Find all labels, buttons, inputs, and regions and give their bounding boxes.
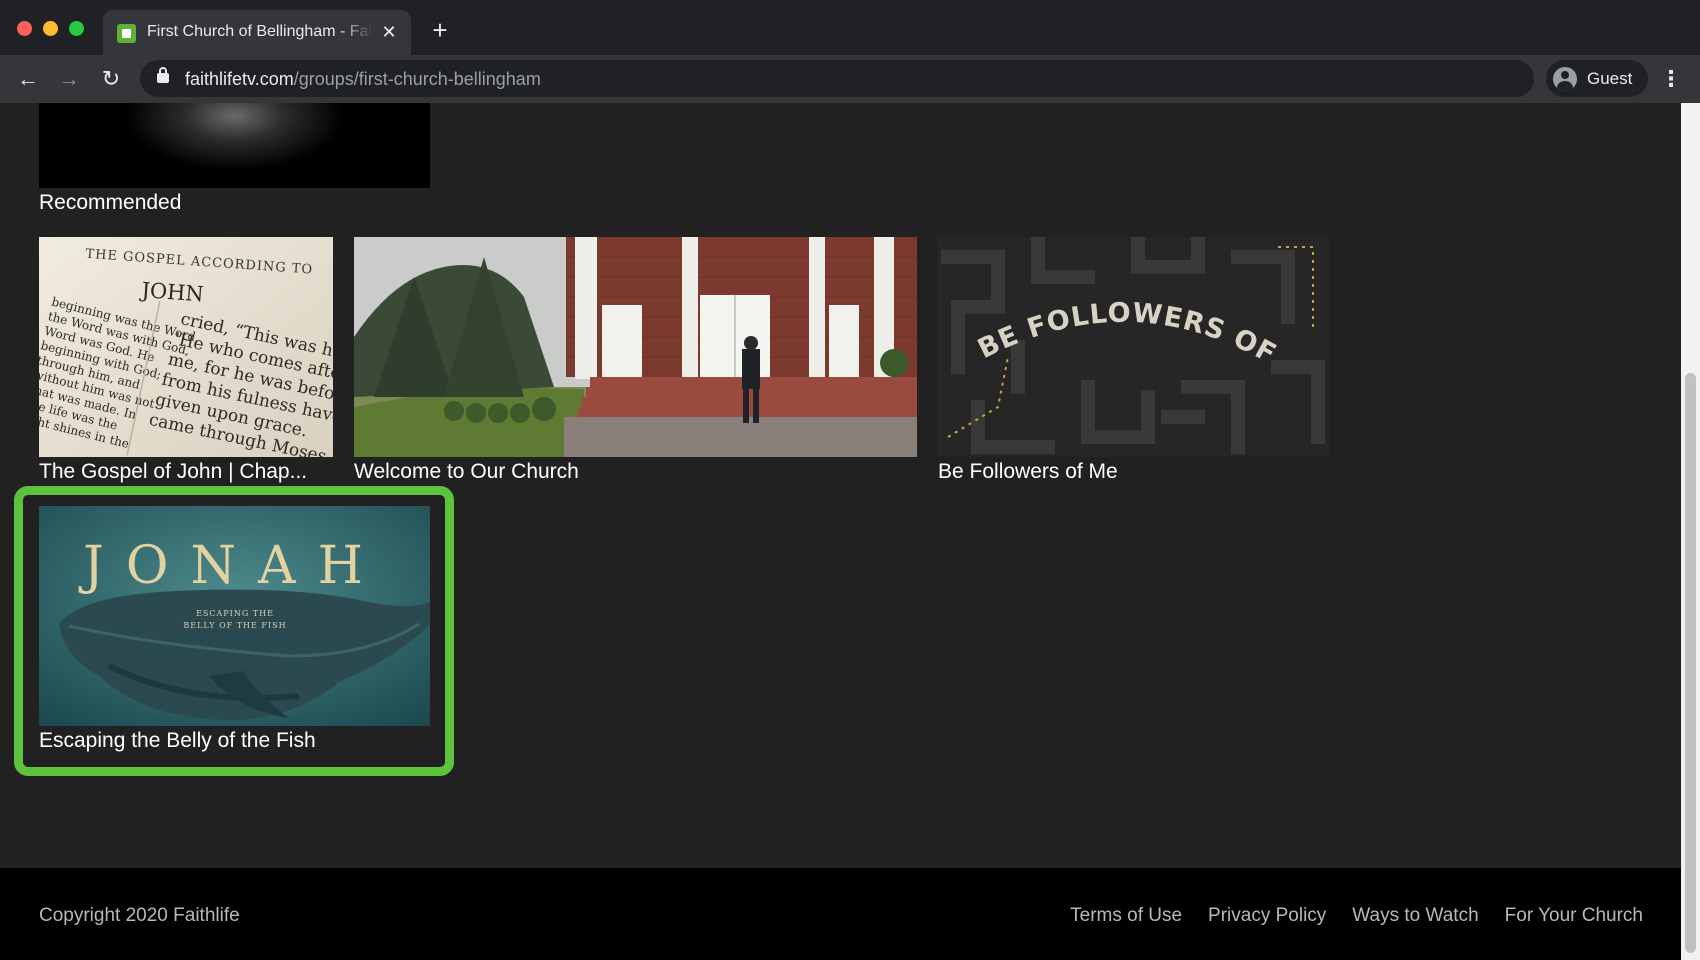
section-title: Recommended [39, 191, 182, 214]
welcome-to-our-church-thumbnail[interactable] [354, 237, 917, 457]
page-content: Recommended THE GOSPEL ACCORDING TO JOHN [0, 103, 1681, 960]
video-card-escaping-the-belly-of-the-fish[interactable]: JONAH ESCAPING THE BELLY OF THE FISH Esc… [39, 506, 430, 752]
page-scrollbar[interactable] [1681, 103, 1700, 960]
copyright-text: Copyright 2020 Faithlife [39, 905, 240, 926]
profile-button[interactable]: Guest [1546, 60, 1648, 97]
tab-strip: First Church of Bellingham - Faithlife T… [0, 0, 1700, 55]
video-title-be-followers-of-me[interactable]: Be Followers of Me [938, 460, 1118, 484]
close-window-button[interactable] [17, 21, 32, 36]
video-card-welcome-to-our-church[interactable]: Welcome to Our Church [354, 237, 917, 483]
bible-page-image: THE GOSPEL ACCORDING TO JOHN cried, “Thi… [39, 237, 333, 457]
footer-link-for-your-church[interactable]: For Your Church [1505, 905, 1643, 927]
profile-label: Guest [1587, 69, 1633, 88]
guest-avatar-icon [1553, 67, 1577, 91]
site-footer: Copyright 2020 Faithlife Terms of Use Pr… [0, 868, 1681, 960]
jonah-subtitle-1: ESCAPING THE [196, 609, 274, 618]
tab-close-icon[interactable]: ✕ [379, 22, 399, 42]
back-arrow-icon[interactable]: ← [14, 65, 42, 93]
zoom-window-button[interactable] [69, 21, 84, 36]
active-tab[interactable]: First Church of Bellingham - Faithlife T… [103, 10, 411, 55]
jonah-title-lettering: JONAH [78, 536, 385, 596]
video-card-gospel-of-john[interactable]: THE GOSPEL ACCORDING TO JOHN cried, “Thi… [39, 237, 333, 483]
escaping-the-belly-of-the-fish-thumbnail[interactable]: JONAH ESCAPING THE BELLY OF THE FISH [39, 506, 430, 726]
church-entrance-image [354, 237, 917, 457]
browser-window: First Church of Bellingham - Faithlife T… [0, 0, 1700, 960]
jonah-subtitle-2: BELLY OF THE FISH [183, 621, 286, 630]
whale-jonah-image: JONAH ESCAPING THE BELLY OF THE FISH [39, 506, 430, 726]
url-text[interactable]: faithlifetv.com/groups/first-church-bell… [185, 69, 541, 90]
tab-title: First Church of Bellingham - Faithlife T… [147, 23, 373, 40]
footer-link-privacy-policy[interactable]: Privacy Policy [1208, 905, 1326, 927]
previous-video-thumbnail[interactable] [39, 103, 430, 188]
footer-links: Terms of Use Privacy Policy Ways to Watc… [1070, 905, 1643, 927]
minimize-window-button[interactable] [43, 21, 58, 36]
bible-book-text: JOHN [139, 278, 205, 306]
video-title-escaping-the-belly-of-the-fish[interactable]: Escaping the Belly of the Fish [39, 729, 316, 753]
forward-arrow-icon[interactable]: → [55, 65, 83, 93]
maze-lettering-image: BE FOLLOWERS OF ME [938, 237, 1329, 457]
address-bar[interactable]: faithlifetv.com/groups/first-church-bell… [140, 60, 1534, 97]
video-card-be-followers-of-me[interactable]: BE FOLLOWERS OF ME Be Followers of Me [938, 237, 1329, 483]
lock-icon[interactable] [157, 67, 169, 83]
footer-link-terms-of-use[interactable]: Terms of Use [1070, 905, 1182, 927]
scrollbar-thumb[interactable] [1685, 373, 1696, 953]
footer-link-ways-to-watch[interactable]: Ways to Watch [1352, 905, 1478, 927]
be-followers-of-me-thumbnail[interactable]: BE FOLLOWERS OF ME [938, 237, 1329, 457]
browser-toolbar: ← → ↻ faithlifetv.com/groups/first-churc… [0, 55, 1700, 103]
reload-icon[interactable]: ↻ [97, 65, 125, 93]
video-title-gospel-of-john[interactable]: The Gospel of John | Chap... [39, 460, 333, 484]
url-domain: faithlifetv.com [185, 69, 294, 89]
gospel-of-john-thumbnail[interactable]: THE GOSPEL ACCORDING TO JOHN cried, “Thi… [39, 237, 333, 457]
new-tab-icon[interactable]: + [428, 17, 452, 43]
url-path: /groups/first-church-bellingham [293, 69, 541, 89]
faithlife-favicon-icon [117, 24, 136, 43]
kebab-menu-icon[interactable]: ⋮ [1660, 65, 1682, 93]
video-title-welcome-to-our-church[interactable]: Welcome to Our Church [354, 460, 579, 484]
